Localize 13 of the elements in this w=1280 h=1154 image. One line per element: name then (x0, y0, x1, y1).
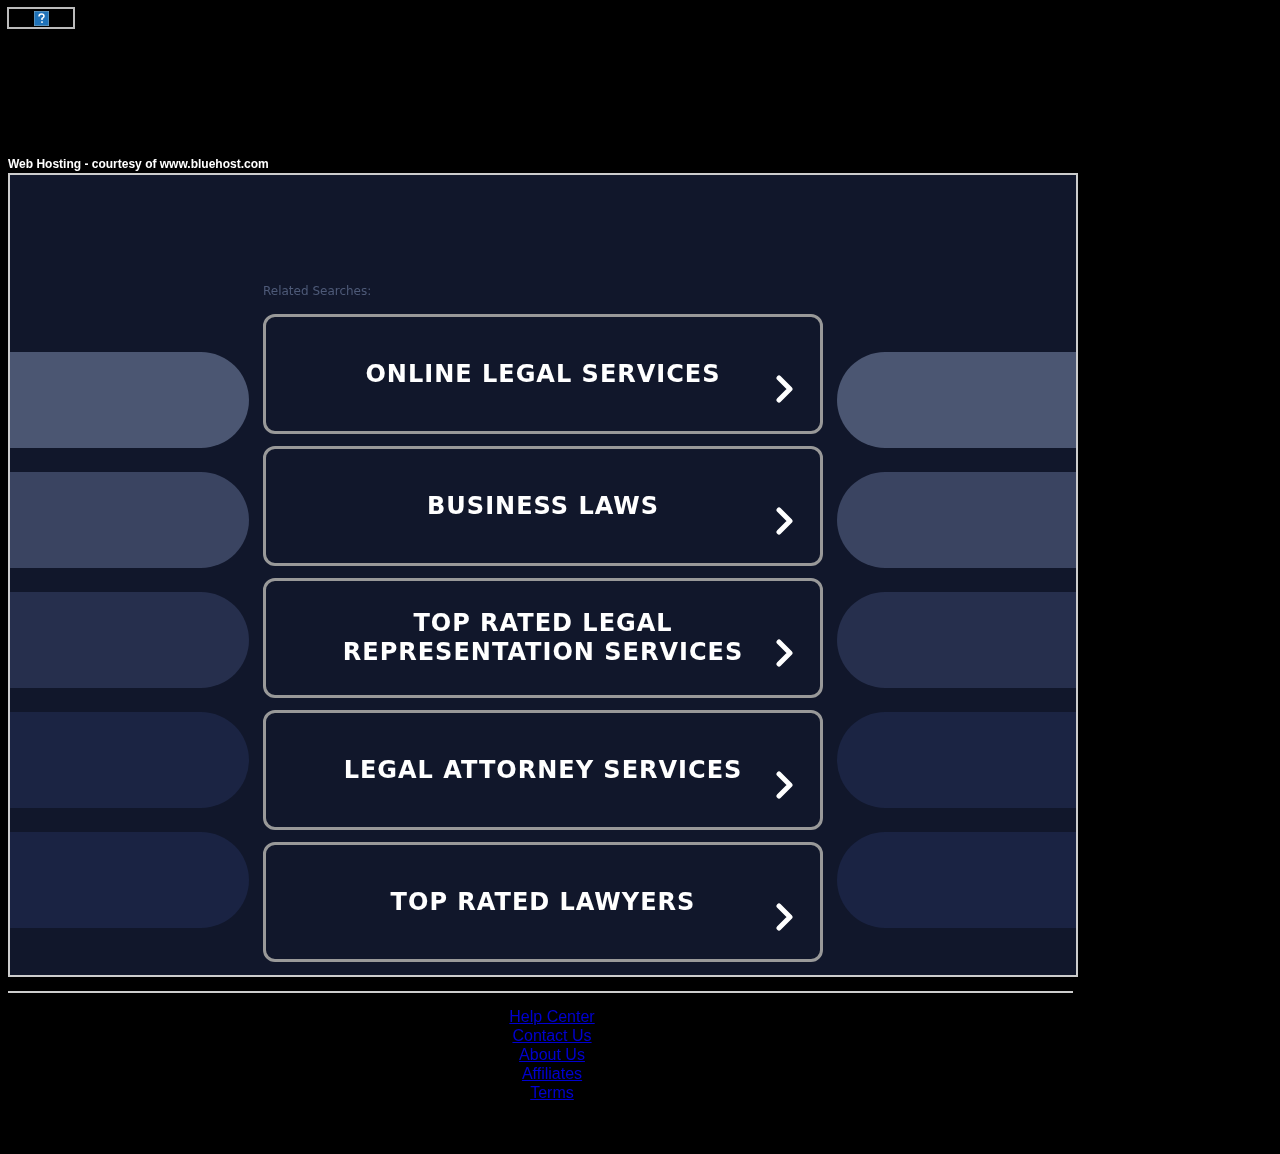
related-searches-label: Related Searches: (263, 284, 372, 298)
chevron-right-icon (776, 771, 794, 799)
related-search-button[interactable]: LEGAL ATTORNEY SERVICES (263, 710, 823, 830)
related-search-button[interactable]: BUSINESS LAWS (263, 446, 823, 566)
related-search-button[interactable]: ONLINE LEGAL SERVICES (263, 314, 823, 434)
chevron-right-icon (776, 639, 794, 667)
related-search-button[interactable]: TOP RATED LAWYERS (263, 842, 823, 962)
chevron-right-icon (776, 507, 794, 535)
chevron-right-icon (776, 375, 794, 403)
chevron-right-icon (776, 903, 794, 931)
related-search-button[interactable]: TOP RATED LEGAL REPRESENTATION SERVICES (263, 578, 823, 698)
hosting-caption: Web Hosting - courtesy of www.bluehost.com (8, 156, 270, 173)
question-icon (33, 10, 49, 26)
